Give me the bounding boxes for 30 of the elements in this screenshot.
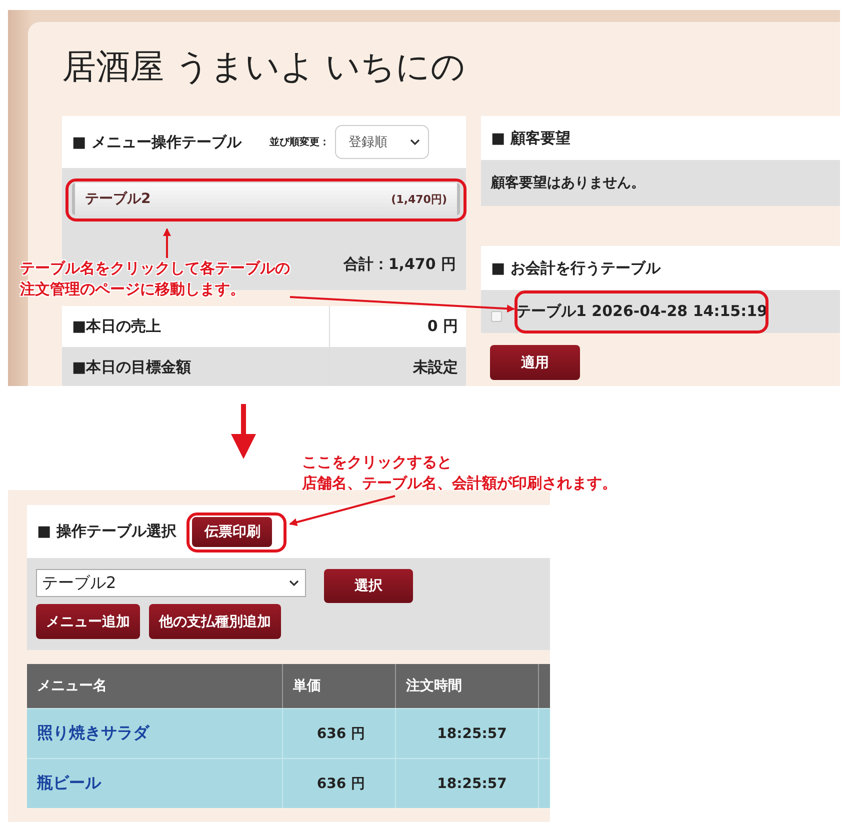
table-dropdown[interactable]: テーブル2 bbox=[36, 569, 306, 597]
action-button[interactable]: 他の支払種別追加 bbox=[149, 604, 281, 639]
sort-dropdown[interactable]: 登録順 bbox=[335, 125, 430, 159]
panel-heading: ■ お会計を行うテーブル bbox=[491, 258, 660, 278]
action-button[interactable]: メニュー追加 bbox=[36, 604, 140, 639]
table-button[interactable]: テーブル2 (1,470円) bbox=[72, 183, 460, 215]
checkout-table-label: テーブル1 2026-04-28 14:15:19 bbox=[516, 302, 768, 321]
checkbox[interactable] bbox=[491, 311, 502, 322]
apply-button[interactable]: 適用 bbox=[490, 345, 580, 380]
shop-title: 居酒屋 うまいよ いちにの bbox=[62, 46, 467, 89]
chevron-icon bbox=[410, 139, 420, 145]
annotation-text: テーブル名をクリックして各テーブルの 注文管理のページに移動します。 bbox=[20, 258, 290, 300]
stat-value: 未設定 bbox=[412, 358, 459, 377]
panel-heading: ■ 操作テーブル選択 bbox=[37, 522, 176, 541]
select-button[interactable]: 選択 bbox=[324, 569, 413, 603]
sort-label: 並び順変更： bbox=[269, 135, 330, 149]
stat-label: ■本日の目標金額 bbox=[62, 347, 330, 386]
table-cell: 18:25:57 bbox=[396, 759, 539, 808]
stat-value: 0 円 bbox=[426, 317, 459, 336]
chevron-icon bbox=[289, 580, 299, 586]
panel-heading: ■ メニュー操作テーブル bbox=[72, 132, 242, 152]
down-arrow-icon bbox=[231, 404, 256, 459]
table-cell: 636 円 bbox=[283, 759, 396, 808]
menu-item-link[interactable]: 瓶ビール bbox=[27, 759, 283, 808]
arrow bbox=[163, 228, 171, 258]
print-slip-button[interactable]: 伝票印刷 bbox=[192, 516, 272, 546]
panel-heading: ■ 顧客要望 bbox=[491, 128, 570, 148]
total-amount: 合計：1,470 円 bbox=[343, 255, 456, 273]
request-message: 顧客要望はありません。 bbox=[491, 174, 645, 192]
annotation-text: ここをクリックすると 店舗名、テーブル名、会計額が印刷されます。 bbox=[302, 452, 617, 494]
